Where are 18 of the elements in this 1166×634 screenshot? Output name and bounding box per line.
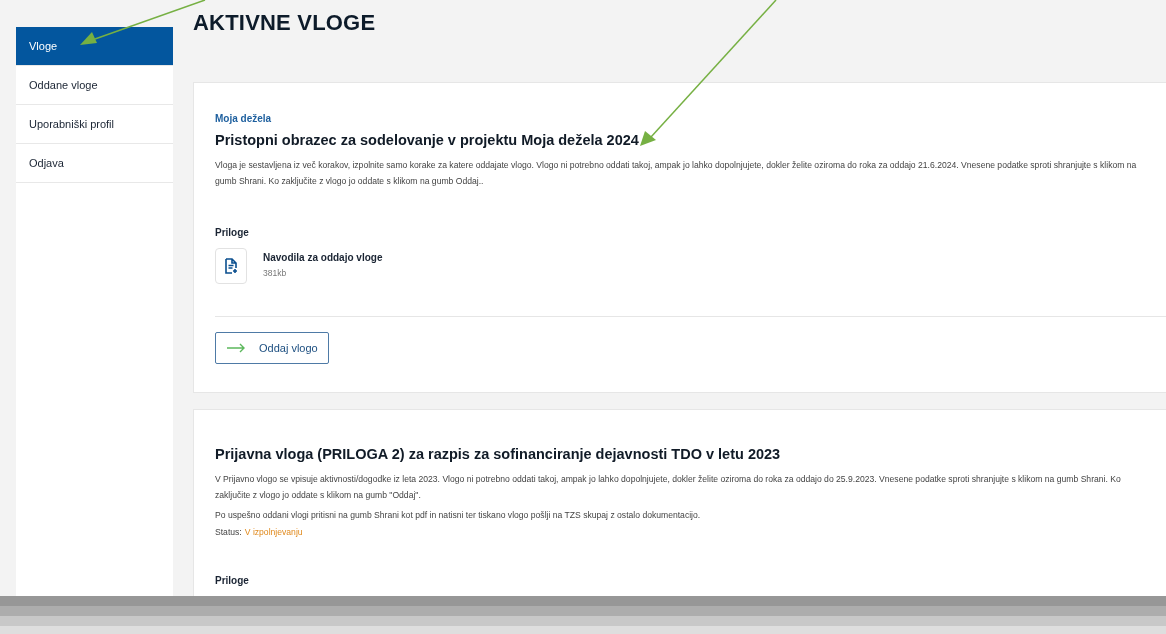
application-title: Prijavna vloga (PRILOGA 2) za razpis za sofinanciranje dejavnosti TDO v letu 2023 [215,446,782,462]
description-text: V Prijavno vlogo se vpisuje aktivnosti/dogodke iz leta 2023. Vlogo ni potrebno oddati takoj, ampak jo lahko dopolnjujete, dokler želite oziroma do roka za oddajo do 25.9.2023. Vnesene podatke sproti shranjujte s klikom na gumb Shrani. Ko zaključite z vlogo jo oddate s klikom na gumb "Oddaj". [215,473,1122,502]
sidebar-item[interactable]: Oddane vloge [16,66,173,105]
description-text: Po uspešno oddani vlogi pritisni na gumb Shrani kot pdf in natisni ter tiskano vlogo pošlji na TZS skupaj z ostalo dokumentacijo. [215,509,702,522]
status-label: Status: [215,527,242,537]
sidebar-item[interactable]: Vloge [16,27,173,66]
sidebar-item[interactable]: Uporabniški profil [16,105,173,144]
page-title: AKTIVNE VLOGE [193,10,377,37]
file-size: 381kb [263,268,288,278]
description-text: Vloga je sestavljena iz več korakov, izpolnite samo korake za katere oddajate vlogo. Vlogo ni potrebno oddati takoj, ampak jo lahko dopolnjujete, dokler želite oziroma do roka za oddajo 21.6.2024. Vnesene podatke sproti shranjujte s klikom na gumb Shrani. Ko zaključite z vlogo jo oddate s klikom na gumb Oddaj.. [215,159,1138,188]
submit-button[interactable]: Oddaj vlogo [215,332,329,364]
application-title: Pristopni obrazec za sodelovanje v projektu Moja dežela 2024 [215,132,640,148]
status-value: V izpolnjevanju [244,527,303,537]
attachments-heading: Priloge [215,575,250,586]
category-label: Moja dežela [215,113,273,124]
sidebar-item[interactable]: Odjava [16,144,173,183]
attachments-heading: Priloge [215,227,250,238]
attachment-link[interactable]: Navodila za oddajo vloge [263,252,383,263]
